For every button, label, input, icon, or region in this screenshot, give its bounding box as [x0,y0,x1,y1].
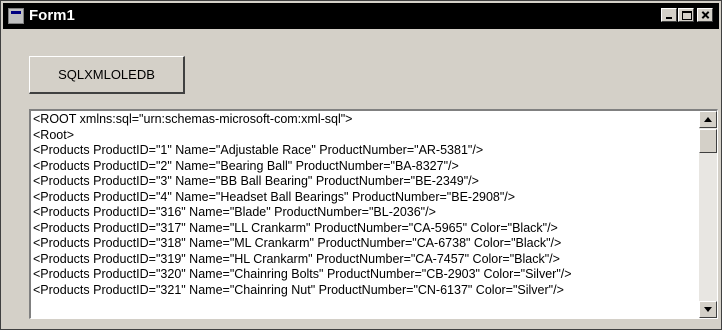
scroll-up-icon [704,117,712,122]
output-line: <Products ProductID="318" Name="ML Crank… [33,236,562,250]
minimize-icon[interactable] [661,8,677,22]
scroll-down-button[interactable] [699,301,717,318]
xml-output-textbox[interactable]: <ROOT xmlns:sql="urn:schemas-microsoft-c… [29,109,718,319]
output-line: <Root> [33,127,75,142]
output-line: <Products ProductID="321" Name="Chainrin… [33,282,564,297]
scrollbar-thumb[interactable] [699,129,717,153]
sqlxmloledb-button[interactable]: SQLXMLOLEDB [29,56,185,94]
output-line: <Products ProductID="316" Name="Blade" P… [33,205,436,219]
output-line: <Products ProductID="4" Name="Headset Ba… [33,189,516,204]
maximize-icon[interactable] [678,8,694,22]
scroll-up-button[interactable] [699,111,717,128]
scroll-down-icon [704,307,712,312]
output-line: <Products ProductID="319" Name="HL Crank… [33,251,560,266]
output-line: <Products ProductID="317" Name="LL Crank… [33,220,558,235]
window-title: Form1 [29,7,75,24]
close-icon[interactable] [697,8,713,22]
output-line: <Products ProductID="3" Name="BB Ball Be… [33,174,479,188]
form-icon[interactable] [8,8,24,24]
output-line: <Products ProductID="320" Name="Chainrin… [33,267,572,281]
vertical-scrollbar[interactable] [699,111,717,318]
output-line: <ROOT xmlns:sql="urn:schemas-microsoft-c… [33,112,353,126]
title-bar[interactable]: Form1 [3,3,719,29]
form-window: Form1 SQLXMLOLEDB <ROOT xmlns:sql="urn:s… [0,0,722,330]
output-line: <Products ProductID="1" Name="Adjustable… [33,143,484,157]
output-line: <Products ProductID="2" Name="Bearing Ba… [33,158,459,173]
output-lines: <ROOT xmlns:sql="urn:schemas-microsoft-c… [33,112,693,298]
